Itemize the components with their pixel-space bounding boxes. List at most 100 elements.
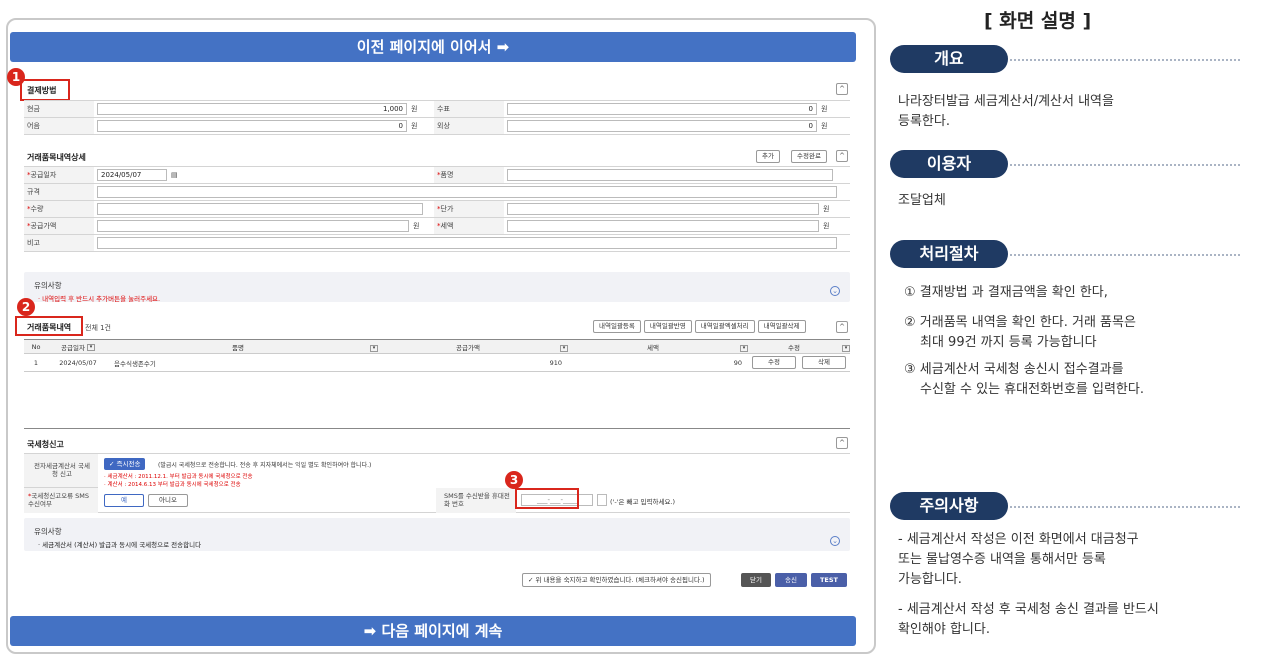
- highlight-box-3: [515, 488, 579, 509]
- continue-from-banner: 이전 페이지에 이어서 ➡: [10, 32, 856, 62]
- qty-input[interactable]: [97, 203, 423, 215]
- payment-collapse-button[interactable]: ^: [836, 83, 848, 95]
- nts-table: 전자세금계산서 국세청 신고 ✓ 즉시전송 (발급시 국세청으로 전송합니다. …: [24, 453, 850, 513]
- delete-row-button[interactable]: 삭제: [802, 356, 846, 369]
- expand-icon[interactable]: ⌄: [830, 536, 840, 546]
- invoice-note: · 계산서 : 2014.6.13 부터 발급과 동시에 국세청으로 전송: [104, 482, 241, 488]
- payment-table: 현금 1,000 원 수표 0원 어음 0원 외상 0원: [24, 100, 850, 135]
- payment-row: 어음 0원 외상 0원: [24, 117, 850, 135]
- unit-label: 원: [413, 222, 420, 230]
- phone-extra-input[interactable]: [597, 494, 607, 506]
- items-detail-collapse-button[interactable]: ^: [836, 150, 848, 162]
- payment-section-title: 결제방법: [27, 86, 57, 95]
- procedure-step-3-cont: 수신할 수 있는 휴대전화번호를 입력한다.: [920, 382, 1144, 397]
- sort-icon[interactable]: ▾: [740, 344, 748, 352]
- unit-price-label: 단가: [440, 205, 454, 213]
- tax-input[interactable]: [507, 220, 819, 232]
- items-list-title: 거래품목내역: [27, 323, 72, 332]
- confirm-checkbox[interactable]: ✓ 위 내용을 숙지하고 확인하였습니다. (체크하셔야 송신됩니다.): [522, 573, 711, 587]
- bill-input[interactable]: 0: [97, 120, 407, 132]
- notice-text: · 내역입력 후 반드시 추가버튼을 눌러주세요.: [38, 295, 161, 303]
- cell-date: 2024/05/07: [48, 353, 108, 372]
- caution-text: 확인해야 합니다.: [898, 622, 990, 637]
- col-tax: 세액: [647, 343, 659, 352]
- send-button[interactable]: 송신: [775, 573, 807, 587]
- procedure-step-3: ③ 세금계산서 국세청 송신시 접수결과를: [904, 362, 1124, 377]
- bulk-register-button[interactable]: 내역일괄등록: [593, 320, 641, 333]
- user-text: 조달업체: [898, 193, 946, 208]
- check-input[interactable]: 0: [507, 103, 817, 115]
- panel-heading: [ 화면 설명 ]: [984, 10, 1092, 32]
- cell-tax: 90: [568, 353, 748, 372]
- phone-hint: ('-'은 빼고 입력하세요.): [610, 498, 676, 506]
- items-detail-title: 거래품목내역상세: [27, 153, 86, 162]
- items-toolbar: 내역일괄등록 내역일괄반영 내역일괄엑셀처리 내역일괄삭제: [593, 320, 806, 333]
- caution-text: - 세금계산서 작성은 이전 화면에서 대금청구: [898, 532, 1139, 547]
- expand-icon[interactable]: ⌄: [830, 286, 840, 296]
- notice-box: 유의사항 · 내역입력 후 반드시 추가버튼을 눌러주세요. ⌄: [24, 272, 850, 303]
- items-count: 전체 1건: [85, 324, 111, 332]
- cell-name: 음수식생존수기: [108, 353, 378, 372]
- note-label: 비고: [24, 234, 94, 252]
- edit-done-button[interactable]: 수정완료: [791, 150, 827, 163]
- notice-title: 유의사항: [34, 527, 62, 536]
- test-button[interactable]: TEST: [811, 573, 847, 587]
- procedure-step-2-cont: 최대 99건 까지 등록 가능합니다: [920, 335, 1097, 350]
- supply-amount-label: 공급가액: [30, 222, 57, 230]
- edit-row-button[interactable]: 수정: [752, 356, 796, 369]
- phone-label: SMS를 수신받을 휴대전화 번호: [444, 492, 510, 508]
- cell-no: 1: [24, 353, 48, 372]
- notice-title: 유의사항: [34, 281, 62, 290]
- col-date: 공급일자: [61, 343, 85, 352]
- grid-header: No 공급일자 ▾ 품명 ▾ 공급가액 ▾ 세액 ▾ 수정 ▾: [24, 339, 850, 354]
- table-row[interactable]: 1 2024/05/07 음수식생존수기 910 90 수정 삭제: [24, 353, 850, 372]
- overview-text: 나라장터발급 세금계산서/계산서 내역을: [898, 94, 1114, 109]
- add-button[interactable]: 추가: [756, 150, 780, 163]
- procedure-step-2: ② 거래품목 내역을 확인 한다. 거래 품목은: [904, 315, 1136, 330]
- caution-text: - 세금계산서 작성 후 국세청 송신 결과를 반드시: [898, 602, 1159, 617]
- overview-text: 등록한다.: [898, 114, 950, 129]
- supply-date-input[interactable]: 2024/05/07: [97, 169, 167, 181]
- items-list-collapse-button[interactable]: ^: [836, 321, 848, 333]
- overview-pill: 개요: [890, 45, 1008, 73]
- unit-price-input[interactable]: [507, 203, 819, 215]
- caution-text: 또는 물납영수증 내역을 통해서만 등록: [898, 552, 1106, 567]
- procedure-step-1: ① 결재방법 과 결재금액을 확인 한다,: [904, 285, 1108, 300]
- caution-pill: 주의사항: [890, 492, 1008, 520]
- qty-label: 수량: [30, 205, 44, 213]
- col-name: 품명: [232, 343, 244, 352]
- marker-2: 2: [17, 298, 35, 316]
- unit-label: 원: [821, 122, 828, 130]
- sort-icon[interactable]: ▾: [86, 344, 95, 351]
- payment-row: 현금 1,000 원 수표 0원: [24, 100, 850, 118]
- dotted-rule: [1010, 164, 1240, 166]
- marker-3: 3: [505, 471, 523, 489]
- notice-text: · 세금계산서 (계산서) 발급과 동시에 국세청으로 전송합니다: [38, 541, 202, 549]
- cell-amount: 910: [378, 353, 568, 372]
- payment-label: 현금: [24, 100, 94, 118]
- nts-collapse-button[interactable]: ^: [836, 437, 848, 449]
- bulk-apply-button[interactable]: 내역일괄반영: [643, 320, 692, 333]
- tax-invoice-note: · 세금계산서 : 2011.12.1. 부터 발급과 동시에 국세청으로 전송: [104, 474, 253, 480]
- bulk-excel-button[interactable]: 내역일괄엑셀처리: [694, 320, 755, 333]
- sort-icon[interactable]: ▾: [842, 344, 850, 352]
- credit-input[interactable]: 0: [507, 120, 817, 132]
- items-detail-table: *공급일자 2024/05/07 ▤ *품명 규격 *수량 *단가 원 *공급가액…: [24, 166, 850, 252]
- spec-input[interactable]: [97, 186, 837, 198]
- nts-title: 국세청신고: [27, 440, 64, 449]
- sort-icon[interactable]: ▾: [560, 344, 568, 352]
- unit-label: 원: [411, 105, 418, 113]
- payment-label: 외상: [434, 117, 504, 135]
- bulk-delete-button[interactable]: 내역일괄삭제: [757, 320, 806, 333]
- note-input[interactable]: [97, 237, 837, 249]
- calendar-icon[interactable]: ▤: [171, 171, 178, 179]
- cash-input[interactable]: 1,000: [97, 103, 407, 115]
- caution-text: 가능합니다.: [898, 572, 962, 587]
- sms-no-button[interactable]: 아니오: [148, 494, 188, 507]
- immediate-send-button[interactable]: ✓ 즉시전송: [104, 458, 146, 470]
- item-name-input[interactable]: [507, 169, 833, 181]
- sms-yes-button[interactable]: 예: [104, 494, 144, 507]
- sort-icon[interactable]: ▾: [370, 344, 378, 352]
- supply-amount-input[interactable]: [97, 220, 409, 232]
- close-button[interactable]: 닫기: [741, 573, 771, 587]
